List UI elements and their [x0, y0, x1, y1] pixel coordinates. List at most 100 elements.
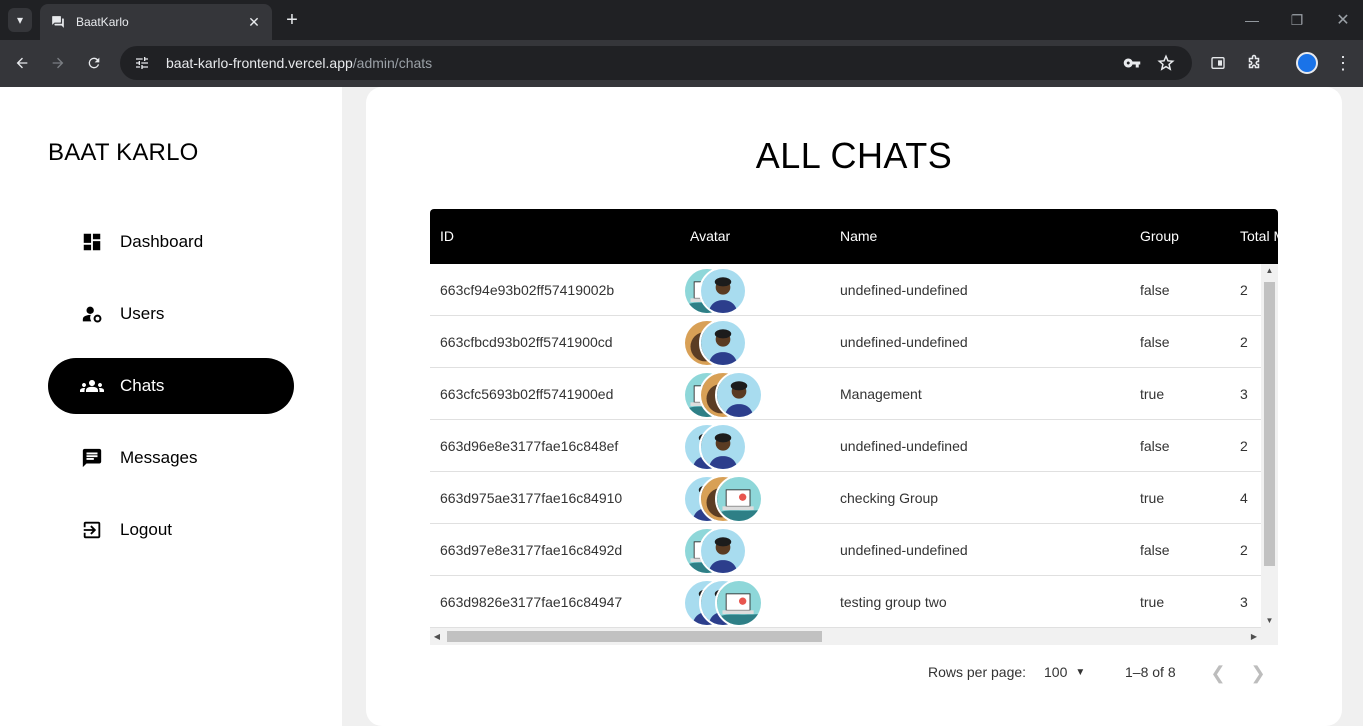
back-icon[interactable]: [9, 50, 35, 76]
avatar: [699, 319, 747, 367]
cell-group: true: [1140, 386, 1165, 402]
table-row[interactable]: 663d97e8e3177fae16c8492d undefined-undefi…: [430, 524, 1261, 576]
sidebar-item-label: Messages: [120, 448, 198, 467]
window-close-icon[interactable]: ✕: [1331, 8, 1355, 32]
sidebar-item-users[interactable]: Users: [48, 286, 294, 342]
tab-title: BaatKarlo: [76, 15, 129, 29]
avatar: [715, 579, 763, 627]
sidebar-item-label: Dashboard: [120, 232, 204, 251]
cell-group: true: [1140, 594, 1165, 610]
vertical-scroll-thumb[interactable]: [1264, 282, 1275, 566]
tab-close-icon[interactable]: ✕: [246, 14, 262, 30]
cell-group: true: [1140, 490, 1165, 506]
column-header-avatar[interactable]: Avatar: [690, 209, 830, 264]
groups-icon: [80, 374, 104, 398]
tab-search-icon[interactable]: ▾: [8, 8, 32, 32]
chat-favicon-icon: [50, 14, 66, 30]
browser-toolbar: baat-karlo-frontend.vercel.app/admin/cha…: [0, 40, 1363, 87]
horizontal-scrollbar[interactable]: ◀ ▶: [430, 628, 1278, 645]
brand-logo: BAAT KARLO: [48, 139, 199, 166]
scroll-right-icon[interactable]: ▶: [1247, 628, 1261, 645]
rows-per-page-label: Rows per page:: [928, 664, 1027, 680]
address-bar[interactable]: baat-karlo-frontend.vercel.app/admin/cha…: [120, 46, 1192, 80]
cell-name: undefined-undefined: [840, 542, 968, 558]
page-title: ALL CHATS: [755, 135, 953, 176]
forward-icon[interactable]: [45, 50, 71, 76]
prev-page-icon[interactable]: ❮: [1204, 659, 1232, 687]
column-header-total[interactable]: Total M: [1240, 209, 1278, 264]
scroll-left-icon[interactable]: ◀: [430, 628, 444, 645]
cell-total-members: 3: [1240, 386, 1248, 402]
password-key-icon[interactable]: [1118, 49, 1146, 77]
message-icon: [80, 446, 104, 470]
cell-id: 663cf94e93b02ff57419002b: [440, 282, 615, 298]
cell-id: 663d97e8e3177fae16c8492d: [440, 542, 623, 558]
rows-per-page-value: 100: [1044, 664, 1068, 680]
chats-table: ID Avatar Name Group Total M 663cf94e93b…: [430, 209, 1278, 645]
table-row[interactable]: 663d975ae3177fae16c84910 checking Group tr…: [430, 472, 1261, 524]
url-text: baat-karlo-frontend.vercel.app/admin/cha…: [166, 55, 433, 71]
sidebar-item-dashboard[interactable]: Dashboard: [48, 214, 294, 270]
sidebar-item-label: Logout: [120, 520, 172, 539]
sidebar-item-label: Chats: [120, 376, 165, 395]
cell-id: 663d9826e3177fae16c84947: [440, 594, 623, 610]
manage-accounts-icon: [80, 302, 104, 326]
browser-tab[interactable]: BaatKarlo ✕: [40, 4, 272, 40]
caret-down-icon: ▼: [1075, 666, 1086, 678]
cell-total-members: 2: [1240, 542, 1248, 558]
sidebar-item-logout[interactable]: Logout: [48, 502, 294, 558]
new-tab-icon[interactable]: +: [282, 10, 302, 30]
scroll-down-icon[interactable]: ▼: [1261, 614, 1278, 628]
cell-name: undefined-undefined: [840, 438, 968, 454]
vertical-scrollbar[interactable]: ▲ ▼: [1261, 264, 1278, 628]
site-settings-icon[interactable]: [132, 53, 152, 73]
table-row[interactable]: 663cf94e93b02ff57419002b undefined-undefi…: [430, 264, 1261, 316]
table-row[interactable]: 663d96e8e3177fae16c848ef undefined-undefi…: [430, 420, 1261, 472]
cell-group: false: [1140, 438, 1170, 454]
restore-icon[interactable]: ❐: [1285, 8, 1309, 32]
sidebar-item-chats[interactable]: Chats: [48, 358, 294, 414]
main-content: ALL CHATS ID Avatar Name Group Total M 6…: [366, 87, 1342, 726]
cell-name: Management: [840, 386, 922, 402]
cell-group: false: [1140, 334, 1170, 350]
dashboard-icon: [80, 230, 104, 254]
avatar: [699, 267, 747, 315]
cell-total-members: 4: [1240, 490, 1248, 506]
minimize-icon[interactable]: —: [1240, 8, 1264, 32]
cell-group: false: [1140, 542, 1170, 558]
column-header-id[interactable]: ID: [440, 209, 680, 264]
sidebar-item-label: Users: [120, 304, 165, 323]
page: BAAT KARLO Dashboard Users Chats Message…: [0, 87, 1363, 726]
cell-id: 663d975ae3177fae16c84910: [440, 490, 623, 506]
cell-total-members: 2: [1240, 334, 1248, 350]
cell-total-members: 3: [1240, 594, 1248, 610]
cell-id: 663cfc5693b02ff5741900ed: [440, 386, 614, 402]
avatar: [699, 423, 747, 471]
cell-id: 663d96e8e3177fae16c848ef: [440, 438, 619, 454]
cell-total-members: 2: [1240, 282, 1248, 298]
table-row[interactable]: 663cfc5693b02ff5741900ed Management true 3: [430, 368, 1261, 420]
cell-name: testing group two: [840, 594, 947, 610]
horizontal-scroll-thumb[interactable]: [447, 631, 822, 642]
avatar: [715, 371, 763, 419]
profile-avatar-icon[interactable]: [1294, 50, 1320, 76]
next-page-icon[interactable]: ❯: [1244, 659, 1272, 687]
browser-menu-icon[interactable]: ⋮: [1330, 50, 1356, 76]
cell-name: checking Group: [840, 490, 939, 506]
bookmark-star-icon[interactable]: [1152, 49, 1180, 77]
reload-icon[interactable]: [81, 50, 107, 76]
column-header-group[interactable]: Group: [1140, 209, 1230, 264]
cell-total-members: 2: [1240, 438, 1248, 454]
table-row[interactable]: 663cfbcd93b02ff5741900cd undefined-undefi…: [430, 316, 1261, 368]
scroll-up-icon[interactable]: ▲: [1261, 264, 1278, 278]
sidebar: BAAT KARLO Dashboard Users Chats Message…: [0, 87, 342, 726]
sidebar-item-messages[interactable]: Messages: [48, 430, 294, 486]
browser-tabstrip: ▾ BaatKarlo ✕ + — ❐ ✕: [0, 0, 1363, 40]
extensions-puzzle-icon[interactable]: [1241, 50, 1267, 76]
sidepanel-icon[interactable]: [1205, 50, 1231, 76]
table-body: 663cf94e93b02ff57419002b undefined-undefi…: [430, 264, 1278, 628]
column-header-name[interactable]: Name: [840, 209, 1130, 264]
cell-name: undefined-undefined: [840, 282, 968, 298]
rows-per-page-select[interactable]: 100 ▼: [1044, 664, 1085, 680]
table-row[interactable]: 663d9826e3177fae16c84947 testing group tw…: [430, 576, 1261, 628]
